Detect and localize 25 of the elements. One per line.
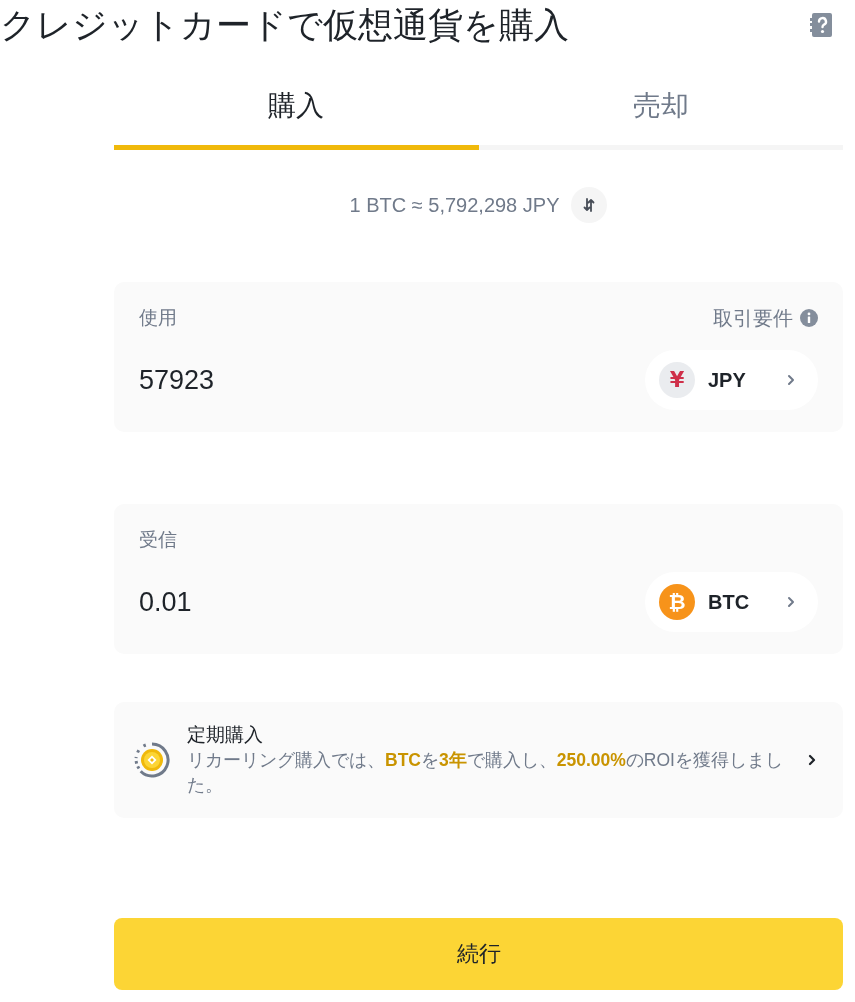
tab[interactable]: 売却 xyxy=(478,60,843,150)
currency-selector[interactable]: ₿ BTC xyxy=(645,572,818,632)
recurring-coin-icon xyxy=(134,742,170,778)
amount-input[interactable]: 0.01 xyxy=(139,586,439,618)
help-icon[interactable] xyxy=(809,12,833,38)
page-title: クレジットカードで仮想通貨を購入 xyxy=(0,4,569,46)
bitcoin-icon: ₿ xyxy=(659,584,695,620)
chevron-right-icon xyxy=(808,754,816,766)
swap-button[interactable] xyxy=(571,187,608,223)
info-icon xyxy=(800,309,818,327)
field-label: 使用 xyxy=(139,306,177,330)
recurring-buy-card[interactable]: 定期購入 リカーリング購入では、BTCを3年で購入し、250.00%のROIを獲得しました。 xyxy=(114,702,843,818)
swap-arrows-icon xyxy=(583,198,596,212)
exchange-rate: 1 BTC ≈ 5,792,298 JPY xyxy=(349,193,560,217)
recurring-description: リカーリング購入では、BTCを3年で購入し、250.00%のROIを獲得しました。 xyxy=(187,749,784,797)
requirements-link[interactable]: 取引要件 xyxy=(713,304,818,332)
continue-button[interactable]: 続行 xyxy=(114,918,843,990)
field-label: 受信 xyxy=(139,528,177,552)
yen-icon: ¥ xyxy=(659,362,695,398)
chevron-right-icon xyxy=(787,374,795,386)
currency-selector[interactable]: ¥ JPY xyxy=(645,350,818,410)
chevron-right-icon xyxy=(787,596,795,608)
recurring-title: 定期購入 xyxy=(187,723,264,747)
tab[interactable]: 購入 xyxy=(114,60,479,150)
amount-input[interactable]: 57923 xyxy=(139,364,439,396)
